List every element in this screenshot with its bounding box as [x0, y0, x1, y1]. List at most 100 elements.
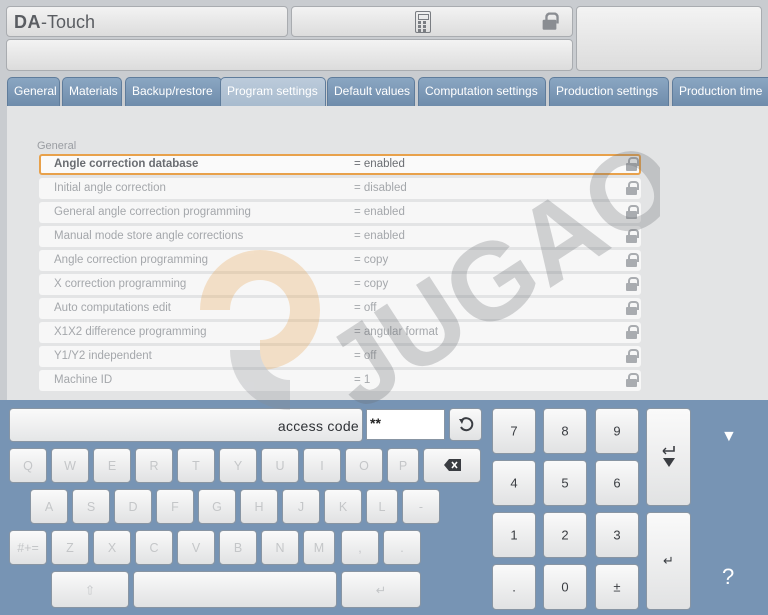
setting-row-manual-mode-store-angle-corrections[interactable]: Manual mode store angle corrections = en…: [39, 226, 641, 247]
numpad-1[interactable]: 1: [492, 512, 536, 558]
key-a[interactable]: A: [30, 489, 68, 524]
tab-general[interactable]: General: [7, 77, 60, 106]
right-header-panel: [576, 6, 762, 71]
shift-key[interactable]: ⇧: [51, 571, 129, 608]
help-icon[interactable]: ?: [722, 564, 734, 590]
key-period[interactable]: .: [383, 530, 421, 565]
setting-row-auto-computations-edit[interactable]: Auto computations edit = off: [39, 298, 641, 319]
enter-icon: ↵: [375, 583, 387, 597]
key-dash[interactable]: -: [402, 489, 440, 524]
key-r[interactable]: R: [135, 448, 173, 483]
key-d[interactable]: D: [114, 489, 152, 524]
numpad-9[interactable]: 9: [595, 408, 639, 454]
key-l[interactable]: L: [366, 489, 398, 524]
numpad-6[interactable]: 6: [595, 460, 639, 506]
key-f[interactable]: F: [156, 489, 194, 524]
undo-button[interactable]: [449, 408, 482, 441]
enter-down-icon: [662, 446, 675, 467]
numpad-3[interactable]: 3: [595, 512, 639, 558]
key-h[interactable]: H: [240, 489, 278, 524]
shift-icon: ⇧: [84, 583, 96, 597]
setting-row-x1x2-difference-programming[interactable]: X1X2 difference programming = angular fo…: [39, 322, 641, 343]
space-key[interactable]: [133, 571, 337, 608]
lock-icon: [626, 229, 639, 243]
setting-label: Manual mode store angle corrections: [54, 230, 244, 242]
calculator-icon[interactable]: [415, 11, 431, 33]
key-k[interactable]: K: [324, 489, 362, 524]
tab-production-time[interactable]: Production time: [672, 77, 768, 106]
setting-label: Initial angle correction: [54, 182, 166, 194]
setting-row-x-correction-programming[interactable]: X correction programming = copy: [39, 274, 641, 295]
key-z[interactable]: Z: [51, 530, 89, 565]
key-t[interactable]: T: [177, 448, 215, 483]
setting-label: Machine ID: [54, 374, 113, 386]
numpad-plus-minus[interactable]: ±: [595, 564, 639, 610]
enter-button[interactable]: ↵: [646, 512, 691, 610]
key-y[interactable]: Y: [219, 448, 257, 483]
setting-row-machine-id[interactable]: Machine ID = 1: [39, 370, 641, 391]
access-code-input[interactable]: **: [366, 409, 445, 440]
numpad-7[interactable]: 7: [492, 408, 536, 454]
setting-value: = enabled: [354, 230, 405, 242]
key-p[interactable]: P: [387, 448, 419, 483]
numpad-0[interactable]: 0: [543, 564, 587, 610]
setting-row-general-angle-correction-programming[interactable]: General angle correction programming = e…: [39, 202, 641, 223]
lock-icon: [626, 253, 639, 267]
key-j[interactable]: J: [282, 489, 320, 524]
enter-key-small[interactable]: ↵: [341, 571, 421, 608]
key-n[interactable]: N: [261, 530, 299, 565]
key-comma[interactable]: ,: [341, 530, 379, 565]
setting-value: = enabled: [354, 206, 405, 218]
lock-icon: [626, 373, 639, 387]
setting-label: General angle correction programming: [54, 206, 251, 218]
setting-value: = enabled: [354, 158, 405, 170]
header-lock-icon[interactable]: [542, 12, 559, 30]
setting-label: X1X2 difference programming: [54, 326, 207, 338]
tab-program-settings[interactable]: Program settings: [220, 77, 326, 106]
key-g[interactable]: G: [198, 489, 236, 524]
numpad-2[interactable]: 2: [543, 512, 587, 558]
key-v[interactable]: V: [177, 530, 215, 565]
setting-value: = angular format: [354, 326, 439, 338]
tab-production-settings[interactable]: Production settings: [549, 77, 669, 106]
setting-row-angle-correction-programming[interactable]: Angle correction programming = copy: [39, 250, 641, 271]
numpad-5[interactable]: 5: [543, 460, 587, 506]
lock-icon: [626, 301, 639, 315]
key-o[interactable]: O: [345, 448, 383, 483]
numpad-decimal[interactable]: .: [492, 564, 536, 610]
lock-icon: [626, 277, 639, 291]
key-w[interactable]: W: [51, 448, 89, 483]
onscreen-keyboard: access code ** Q W E R T Y U I O P A S D…: [0, 400, 768, 615]
key-m[interactable]: M: [303, 530, 335, 565]
setting-row-y1y2-independent[interactable]: Y1/Y2 independent = off: [39, 346, 641, 367]
backspace-button[interactable]: [423, 448, 481, 483]
collapse-keyboard-icon[interactable]: ▼: [721, 428, 737, 446]
key-s[interactable]: S: [72, 489, 110, 524]
brand-logo: DA-Touch: [14, 12, 96, 32]
tab-materials[interactable]: Materials: [62, 77, 122, 106]
key-u[interactable]: U: [261, 448, 299, 483]
key-c[interactable]: C: [135, 530, 173, 565]
numpad-4[interactable]: 4: [492, 460, 536, 506]
setting-row-initial-angle-correction[interactable]: Initial angle correction = disabled: [39, 178, 641, 199]
key-i[interactable]: I: [303, 448, 341, 483]
key-q[interactable]: Q: [9, 448, 47, 483]
setting-value: = 1: [354, 374, 371, 386]
settings-tabs: General Materials Backup/restore Program…: [7, 77, 768, 106]
setting-row-angle-correction-database[interactable]: Angle correction database = enabled: [39, 154, 641, 175]
key-symbols[interactable]: #+=: [9, 530, 47, 565]
key-b[interactable]: B: [219, 530, 257, 565]
lock-icon: [626, 349, 639, 363]
lock-icon: [626, 181, 639, 195]
key-e[interactable]: E: [93, 448, 131, 483]
tab-backup-restore[interactable]: Backup/restore: [125, 77, 222, 106]
key-x[interactable]: X: [93, 530, 131, 565]
tab-default-values[interactable]: Default values: [327, 77, 415, 106]
numpad-8[interactable]: 8: [543, 408, 587, 454]
toolbar-panel: [291, 6, 573, 37]
setting-value: = off: [354, 302, 377, 314]
setting-label: Angle correction database: [54, 158, 199, 170]
tab-computation-settings[interactable]: Computation settings: [418, 77, 546, 106]
setting-label: Angle correction programming: [54, 254, 209, 266]
enter-next-button[interactable]: [646, 408, 691, 506]
